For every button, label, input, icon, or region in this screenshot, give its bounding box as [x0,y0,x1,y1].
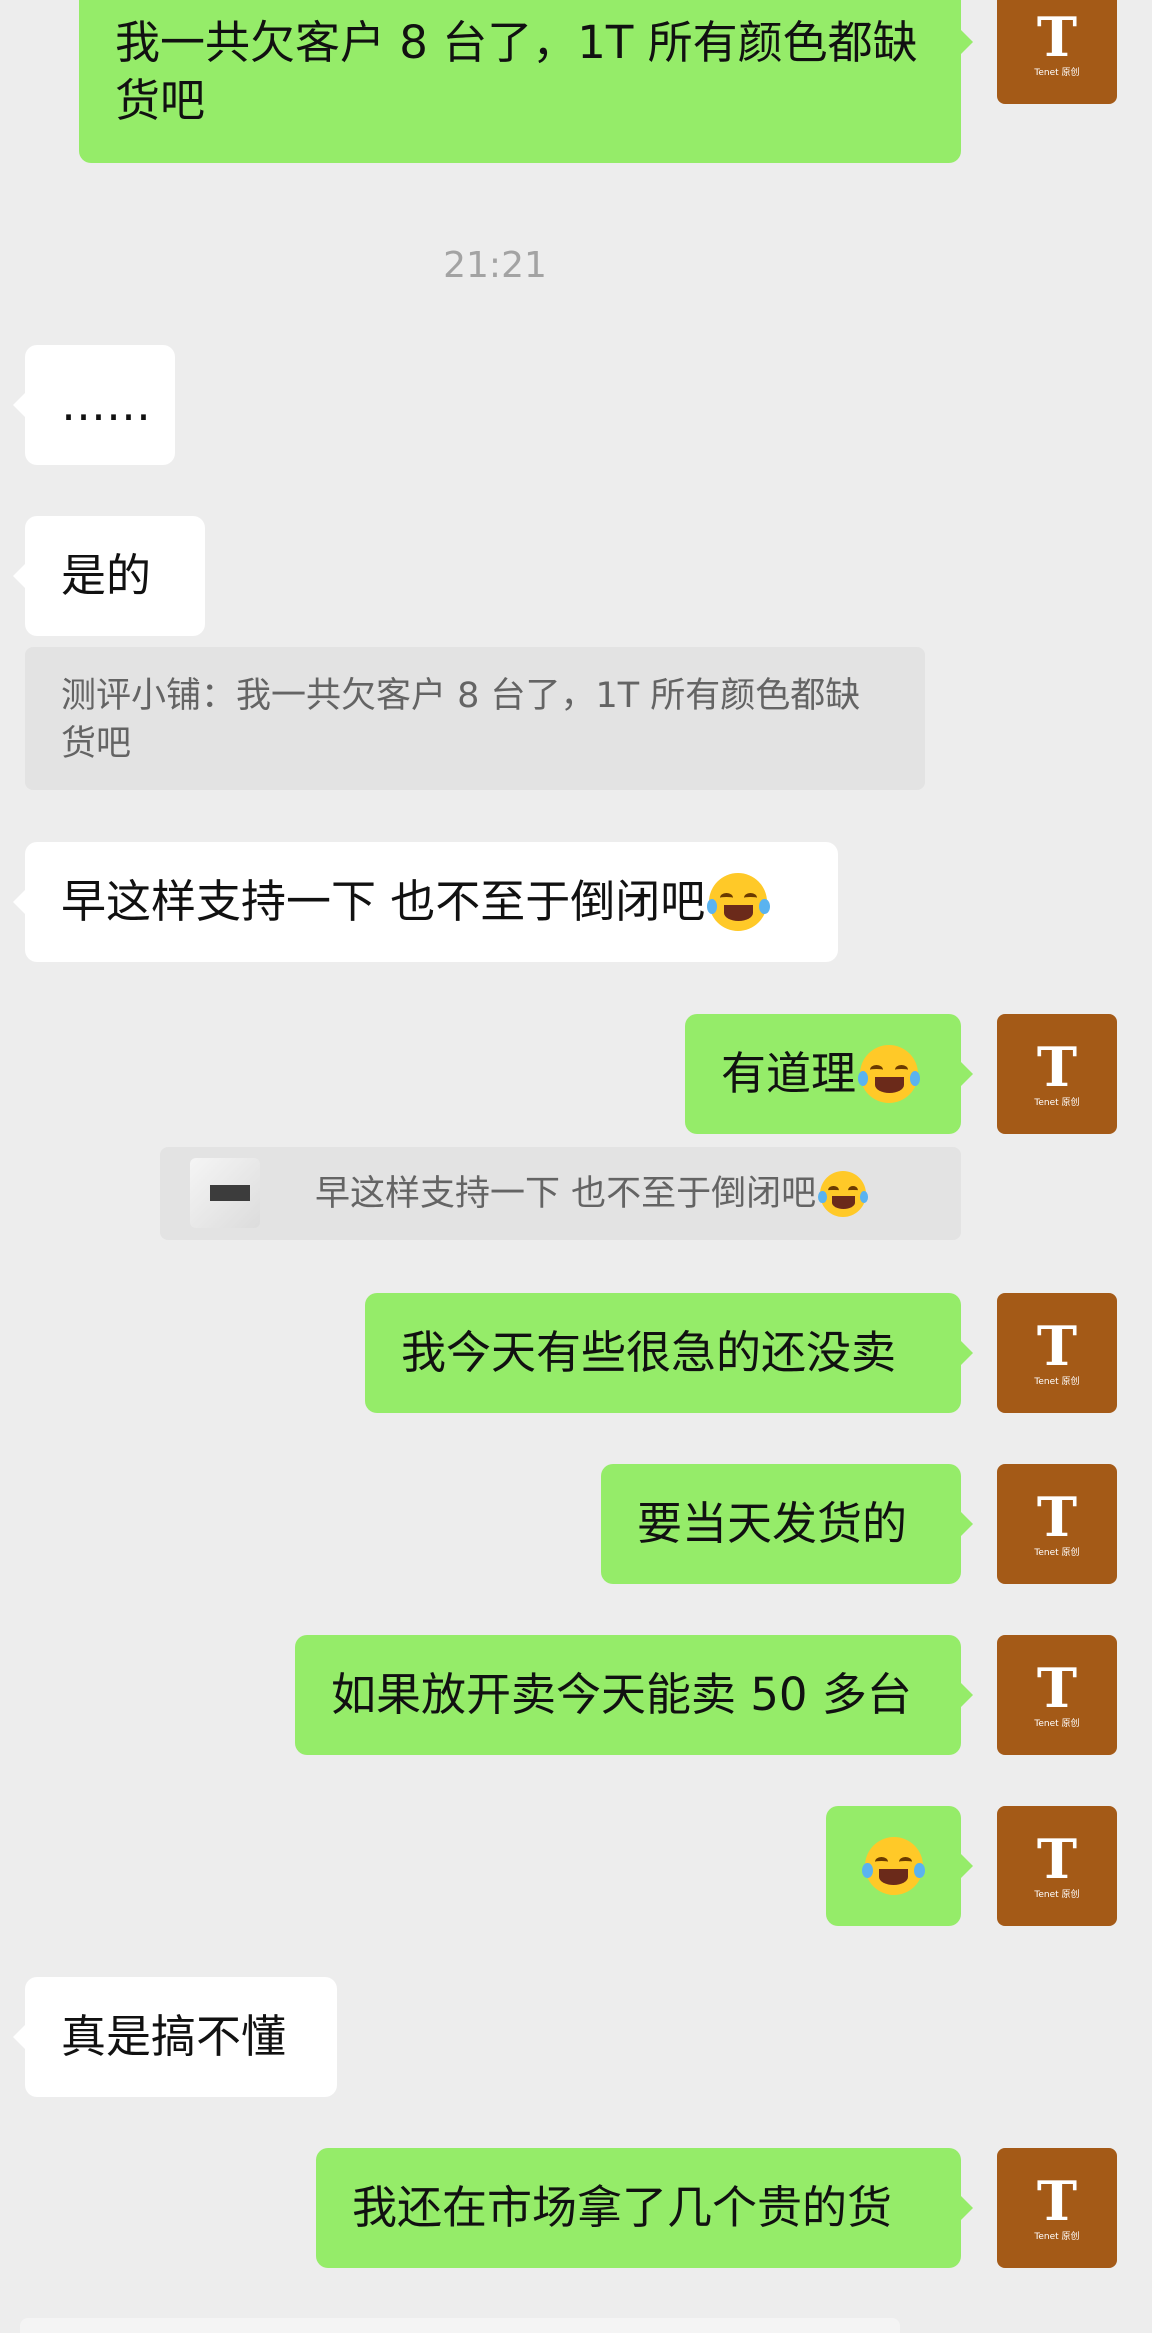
message-text: 我还在市场拿了几个贵的货 [352,2181,893,2234]
avatar-logo: T [1036,2168,1078,2233]
message-bubble-outgoing[interactable]: 我今天有些很急的还没卖 [365,1293,961,1413]
message-text: 早这样支持一下 也不至于倒闭吧 [61,875,706,928]
message-bubble-outgoing[interactable]: 有道理 [685,1014,961,1134]
bubble-tail [961,2196,973,2220]
message-text: 是的 [61,549,152,602]
input-bar-edge [20,2318,900,2333]
facepalm-laughing-emoji [857,1045,921,1103]
avatar[interactable]: T Tenet 原创 [997,1293,1117,1413]
avatar[interactable]: T Tenet 原创 [997,1464,1117,1584]
message-text: …… [61,378,151,431]
avatar-caption: Tenet 原创 [1034,1718,1080,1729]
avatar-logo: T [1036,1826,1078,1891]
bubble-tail [13,2025,25,2049]
laughing-tears-emoji [707,873,770,931]
bubble-tail [961,1341,973,1365]
message-bubble-incoming[interactable]: …… [25,345,175,465]
message-bubble-outgoing[interactable]: 我一共欠客户 8 台了，1T 所有颜色都缺货吧 [79,0,961,163]
message-bubble-incoming[interactable]: 真是搞不懂 [25,1977,337,2097]
bubble-tail [961,30,973,54]
quoted-text: 测评小铺：我一共欠客户 8 台了，1T 所有颜色都缺货吧 [61,676,861,764]
avatar-caption: Tenet 原创 [1034,1097,1080,1108]
avatar[interactable]: T Tenet 原创 [997,1635,1117,1755]
avatar-caption: Tenet 原创 [1034,1376,1080,1387]
bubble-tail [13,393,25,417]
bubble-tail [961,1854,973,1878]
message-bubble-incoming[interactable]: 早这样支持一下 也不至于倒闭吧 [25,842,838,962]
bubble-tail [961,1062,973,1086]
message-text: 有道理 [721,1047,857,1100]
message-text: 如果放开卖今天能卖 50 多台 [331,1668,912,1721]
message-bubble-outgoing[interactable] [826,1806,961,1926]
message-text: 我一共欠客户 8 台了，1T 所有颜色都缺货吧 [115,15,918,127]
avatar-logo: T [1036,1655,1078,1720]
quoted-image-thumbnail[interactable] [190,1158,260,1228]
quoted-message[interactable]: 早这样支持一下 也不至于倒闭吧 [160,1147,961,1240]
avatar-caption: Tenet 原创 [1034,67,1080,78]
avatar[interactable]: T Tenet 原创 [997,2148,1117,2268]
avatar-logo: T [1036,1484,1078,1549]
quoted-message[interactable]: 测评小铺：我一共欠客户 8 台了，1T 所有颜色都缺货吧 [25,647,925,790]
message-bubble-outgoing[interactable]: 要当天发货的 [601,1464,961,1584]
message-text: 我今天有些很急的还没卖 [401,1326,897,1379]
message-bubble-outgoing[interactable]: 我还在市场拿了几个贵的货 [316,2148,961,2268]
avatar[interactable]: T Tenet 原创 [997,1806,1117,1926]
bubble-tail [13,890,25,914]
avatar-logo: T [1036,4,1078,69]
bubble-tail [961,1512,973,1536]
avatar-caption: Tenet 原创 [1034,1547,1080,1558]
avatar-logo: T [1036,1313,1078,1378]
avatar-caption: Tenet 原创 [1034,1889,1080,1900]
timestamp: 21:21 [443,245,547,286]
message-text: 真是搞不懂 [61,2010,287,2063]
facepalm-laughing-emoji [862,1837,925,1895]
avatar[interactable]: T Tenet 原创 [997,0,1117,104]
avatar-logo: T [1036,1034,1078,1099]
laughing-tears-emoji [818,1170,868,1217]
message-bubble-outgoing[interactable]: 如果放开卖今天能卖 50 多台 [295,1635,961,1755]
avatar[interactable]: T Tenet 原创 [997,1014,1117,1134]
bubble-tail [961,1683,973,1707]
bubble-tail [13,564,25,588]
avatar-caption: Tenet 原创 [1034,2231,1080,2242]
message-text: 要当天发货的 [637,1497,908,1550]
quoted-text: 早这样支持一下 也不至于倒闭吧 [315,1173,817,1214]
message-bubble-incoming[interactable]: 是的 [25,516,205,636]
